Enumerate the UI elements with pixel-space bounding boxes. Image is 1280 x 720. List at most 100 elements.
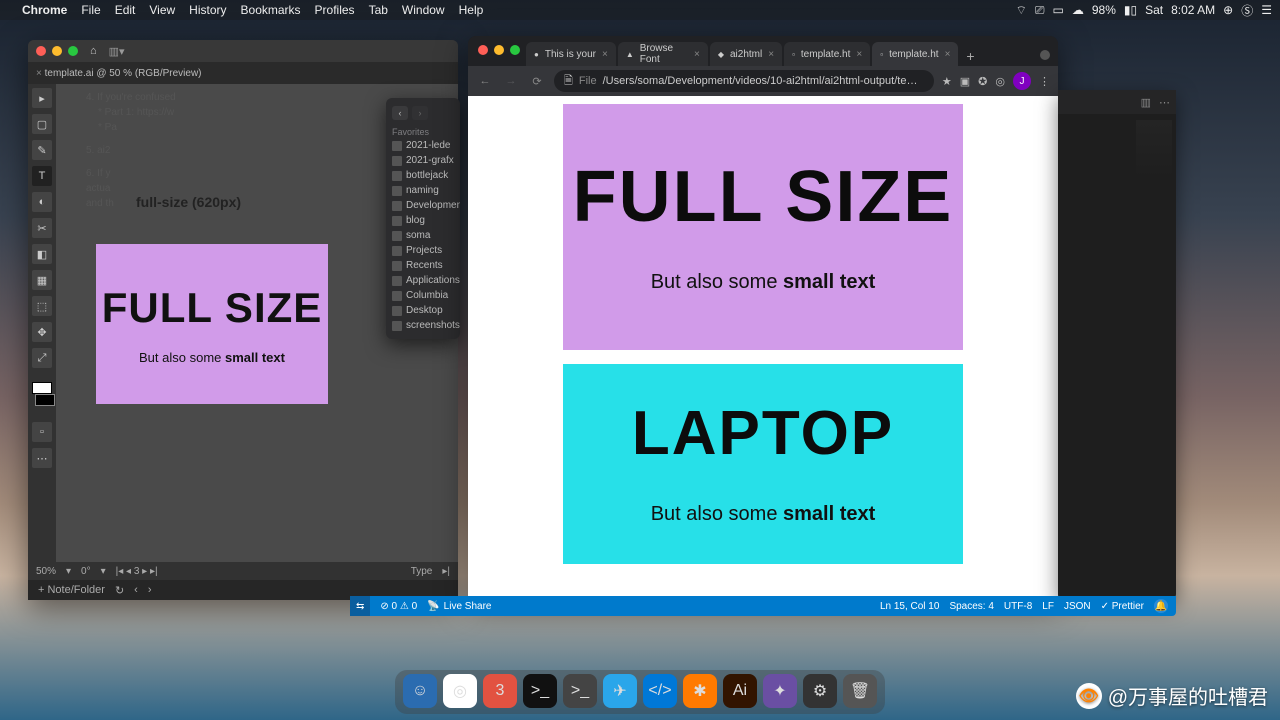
close-tab-icon[interactable]: × xyxy=(602,49,608,60)
minimize-icon[interactable] xyxy=(52,46,62,56)
spotlight-icon[interactable]: ⊕ xyxy=(1223,3,1233,17)
gradient-tool[interactable]: ✥ xyxy=(32,322,52,342)
illustrator-doc-tab[interactable]: × template.ai @ 50 % (RGB/Preview) xyxy=(28,62,458,84)
dock-app[interactable]: >_ xyxy=(523,674,557,708)
finder-back[interactable]: ‹ xyxy=(392,106,408,120)
menu-help[interactable]: Help xyxy=(459,3,484,17)
rotation[interactable]: 0° xyxy=(81,566,91,577)
chrome-fullscreen-icon[interactable] xyxy=(1040,50,1050,60)
browser-tab[interactable]: ▲Browse Font× xyxy=(618,42,708,66)
chrome-minimize-icon[interactable] xyxy=(494,45,504,55)
finder-item-blog[interactable]: blog xyxy=(386,213,460,228)
finder-item-columbia[interactable]: Columbia xyxy=(386,288,460,303)
browser-tab[interactable]: ▫template.ht× xyxy=(872,42,958,66)
finder-fwd[interactable]: › xyxy=(412,106,428,120)
more-icon[interactable]: ⋯ xyxy=(1159,96,1170,109)
dock-app[interactable]: >_ xyxy=(563,674,597,708)
menu-file[interactable]: File xyxy=(81,3,100,17)
direct-select-tool[interactable]: ▢ xyxy=(32,114,52,134)
finder-item-applications[interactable]: Applications xyxy=(386,273,460,288)
eraser-tool[interactable]: ⬚ xyxy=(32,296,52,316)
finder-item-bottlejack[interactable]: bottlejack xyxy=(386,168,460,183)
menu-tab[interactable]: Tab xyxy=(369,3,388,17)
cloud-icon[interactable]: ☁ xyxy=(1072,3,1084,17)
finder-item-development[interactable]: Development xyxy=(386,198,460,213)
extensions-icon[interactable]: ◎ xyxy=(995,75,1005,88)
menu-profiles[interactable]: Profiles xyxy=(315,3,355,17)
dock-app[interactable]: ⚙ xyxy=(803,674,837,708)
add-note-button[interactable]: + Note/Folder xyxy=(38,584,105,596)
arrange-icon[interactable]: ▥▾ xyxy=(109,45,125,58)
display-icon[interactable]: ▭ xyxy=(1053,3,1064,17)
dock-app[interactable]: ✱ xyxy=(683,674,717,708)
finder-item-soma[interactable]: soma xyxy=(386,228,460,243)
dock-app[interactable]: 3 xyxy=(483,674,517,708)
finder-item-2021-lede[interactable]: 2021-lede xyxy=(386,138,460,153)
selection-tool[interactable]: ▸ xyxy=(32,88,52,108)
chrome-viewport[interactable]: FULL SIZE But also some small text LAPTO… xyxy=(468,96,1058,600)
minimap[interactable] xyxy=(1136,120,1172,180)
close-icon[interactable] xyxy=(36,46,46,56)
control-center-icon[interactable]: ☰ xyxy=(1261,3,1272,17)
finder-item-recents[interactable]: Recents xyxy=(386,258,460,273)
close-tab-icon[interactable]: × xyxy=(945,49,951,60)
eyedropper-tool[interactable]: ⤢ xyxy=(32,348,52,368)
dock-app[interactable]: </> xyxy=(643,674,677,708)
finder-item-projects[interactable]: Projects xyxy=(386,243,460,258)
pen-tool[interactable]: ✎ xyxy=(32,140,52,160)
close-tab-icon[interactable]: × xyxy=(694,49,700,60)
battery-icon[interactable]: ▮▯ xyxy=(1124,3,1137,17)
wifi-icon[interactable]: ⌔ xyxy=(1016,3,1027,18)
eol[interactable]: LF xyxy=(1042,601,1054,612)
ext-icon-2[interactable]: ✪ xyxy=(978,75,987,88)
fill-swatch[interactable] xyxy=(32,382,52,394)
dock-app[interactable]: ✦ xyxy=(763,674,797,708)
play-icon[interactable]: ▸| xyxy=(442,566,450,577)
finder-item-desktop[interactable]: Desktop xyxy=(386,303,460,318)
indent-setting[interactable]: Spaces: 4 xyxy=(949,601,993,612)
siri-icon[interactable]: Ⓢ xyxy=(1241,2,1253,19)
nav-back[interactable]: ‹ xyxy=(134,584,138,596)
menu-history[interactable]: History xyxy=(189,3,226,17)
new-tab-button[interactable]: + xyxy=(960,46,980,66)
screen-mode-tool[interactable]: ▫ xyxy=(32,422,52,442)
browser-tab[interactable]: ◆ai2html× xyxy=(710,42,782,66)
menu-edit[interactable]: Edit xyxy=(115,3,136,17)
home-icon[interactable]: ⌂ xyxy=(90,45,97,57)
app-name[interactable]: Chrome xyxy=(22,3,67,17)
screencast-icon[interactable]: ⎚ xyxy=(1035,3,1045,18)
menu-bookmarks[interactable]: Bookmarks xyxy=(241,3,301,17)
type-tool[interactable]: T xyxy=(32,166,52,186)
chrome-menu-icon[interactable]: ⋮ xyxy=(1039,75,1050,88)
illustrator-titlebar[interactable]: ⌂ ▥▾ xyxy=(28,40,458,62)
split-editor-icon[interactable]: ▥ xyxy=(1141,96,1151,109)
finder-item-naming[interactable]: naming xyxy=(386,183,460,198)
notifications-icon[interactable]: 🔔 xyxy=(1154,599,1168,613)
finder-item-2021-grafx[interactable]: 2021-grafx xyxy=(386,153,460,168)
nav-forward-button[interactable]: → xyxy=(502,75,520,87)
chrome-zoom-icon[interactable] xyxy=(510,45,520,55)
page-nav[interactable]: |◂ ◂ 3 ▸ ▸| xyxy=(116,566,158,577)
ext-icon-1[interactable]: ▣ xyxy=(960,75,970,88)
menu-window[interactable]: Window xyxy=(402,3,445,17)
remote-indicator[interactable]: ⇆ xyxy=(350,596,370,616)
problems-indicator[interactable]: ⊘ 0 ⚠ 0 xyxy=(380,601,417,612)
browser-tab[interactable]: ●This is your× xyxy=(526,42,616,66)
dock-app[interactable]: Ai xyxy=(723,674,757,708)
edit-toolbar[interactable]: ⋯ xyxy=(32,448,52,468)
close-tab-icon[interactable]: × xyxy=(856,49,862,60)
close-tab-icon[interactable]: × xyxy=(768,49,774,60)
shape-tool[interactable]: ◐ xyxy=(32,192,52,212)
chrome-close-icon[interactable] xyxy=(478,45,488,55)
nav-back-button[interactable]: ← xyxy=(476,75,494,87)
encoding[interactable]: UTF-8 xyxy=(1004,601,1032,612)
refresh-button[interactable]: ↻ xyxy=(115,584,124,597)
bookmark-icon[interactable]: ★ xyxy=(942,75,952,88)
zoom-icon[interactable] xyxy=(68,46,78,56)
browser-tab[interactable]: ▫template.ht× xyxy=(784,42,870,66)
scale-tool[interactable]: ▦ xyxy=(32,270,52,290)
menu-view[interactable]: View xyxy=(149,3,175,17)
profile-avatar[interactable]: J xyxy=(1013,72,1031,90)
scissors-tool[interactable]: ✂ xyxy=(32,218,52,238)
dock-app[interactable]: ☺ xyxy=(403,674,437,708)
